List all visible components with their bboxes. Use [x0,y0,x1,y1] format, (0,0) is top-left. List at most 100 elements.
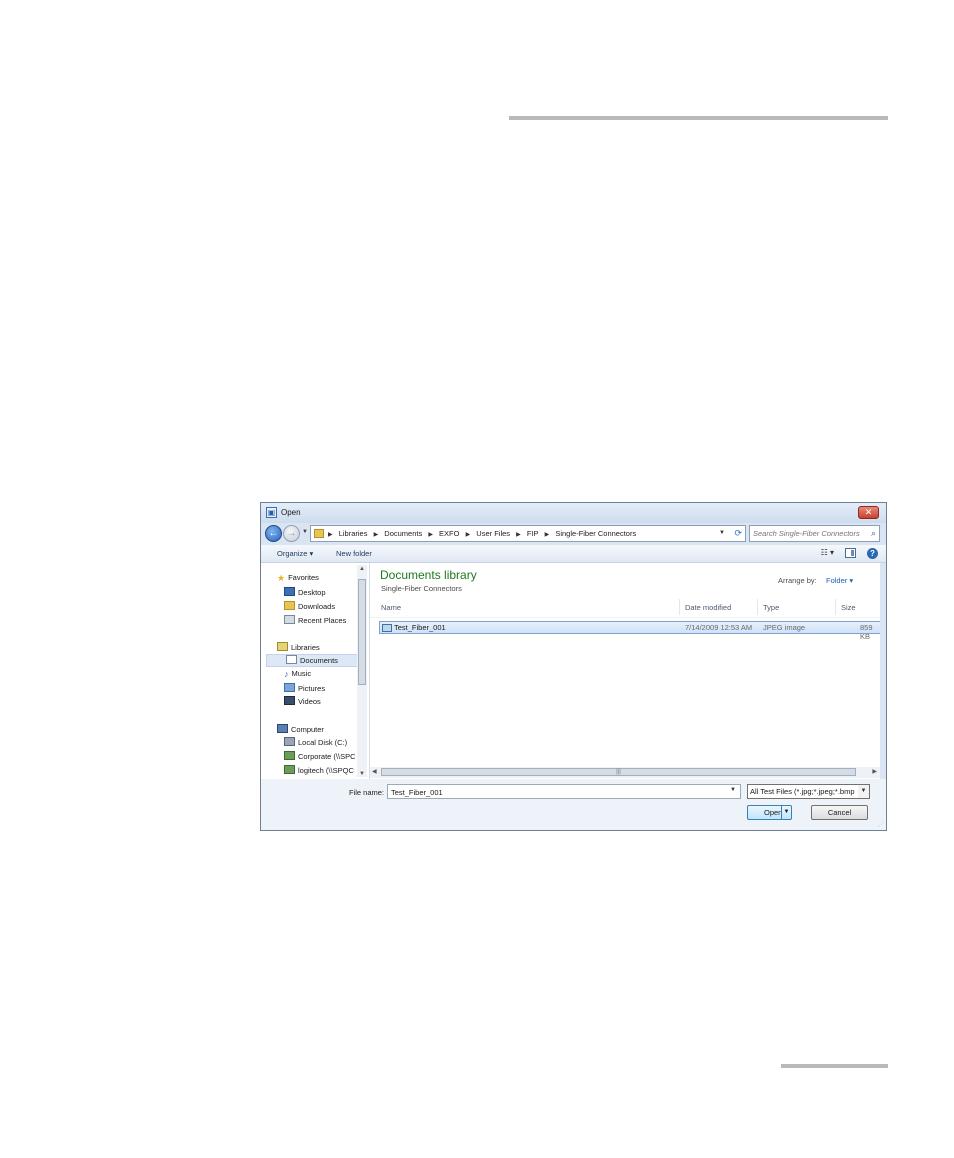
nav-label: Libraries [291,643,320,652]
nav-recent-places[interactable]: Recent Places [284,615,346,628]
chevron-right-icon: ▶ [328,532,333,538]
chevron-right-icon: ▶ [428,532,433,538]
close-icon: ✕ [864,507,873,517]
open-dialog: ▣ Open ✕ ← → ▼ ▶ Libraries ▶ Documents ▶… [260,502,887,831]
nav-label: Music [291,669,312,678]
star-icon: ★ [277,573,286,583]
back-button[interactable]: ← [265,525,282,542]
chevron-down-icon[interactable]: ▼ [730,787,736,793]
help-icon[interactable]: ? [867,548,878,559]
arrange-by-label: Arrange by: [778,576,817,585]
file-name-input[interactable] [391,787,721,797]
scroll-right-icon[interactable]: ▶ [872,768,877,775]
nav-label: Videos [298,697,321,706]
resize-grip-icon[interactable]: ⋰ [878,821,884,828]
column-divider [835,599,836,615]
documents-icon [286,655,297,664]
nav-local-disk[interactable]: Local Disk (C:) [284,737,347,750]
nav-corporate-drive[interactable]: Corporate (\\SPC [284,751,356,764]
nav-scroll-thumb[interactable] [358,579,366,685]
file-name-cell: Test_Fiber_001 [394,623,446,632]
breadcrumb: ▶ Libraries ▶ Documents ▶ EXFO ▶ User Fi… [328,529,640,538]
libraries-icon [277,642,288,651]
nav-music[interactable]: ♪ Music [284,669,311,682]
open-button[interactable]: Open ▼ [747,805,792,820]
crumb-user-files[interactable]: User Files [476,529,510,538]
column-type[interactable]: Type [763,603,779,612]
chevron-right-icon: ▶ [373,532,379,538]
crumb-documents[interactable]: Documents [384,529,422,538]
organize-button[interactable]: Organize ▾ [277,549,313,558]
refresh-icon[interactable]: ⟳ [734,528,742,539]
chevron-right-icon: ▶ [544,532,550,538]
file-list-pane: Documents library Single-Fiber Connector… [370,563,880,779]
recent-places-icon [284,615,295,624]
preview-pane-icon[interactable] [845,548,856,558]
nav-label: Recent Places [298,616,347,625]
view-options-icon[interactable]: ☷ ▾ [821,548,834,557]
nav-pictures[interactable]: Pictures [284,683,325,696]
scroll-left-icon[interactable]: ◀ [372,768,377,775]
header-rule [509,116,888,120]
nav-downloads[interactable]: Downloads [284,601,335,614]
header-divider [370,617,880,618]
nav-computer[interactable]: Computer [277,724,324,737]
address-bar[interactable]: ▶ Libraries ▶ Documents ▶ EXFO ▶ User Fi… [310,525,746,542]
scroll-down-icon[interactable]: ▼ [359,771,365,777]
nav-documents[interactable]: Documents [266,654,358,667]
file-date-cell: 7/14/2009 12:53 AM [685,623,753,632]
footer-rule [781,1064,888,1068]
cancel-button[interactable]: Cancel [811,805,868,820]
computer-icon [277,724,288,733]
nav-videos[interactable]: Videos [284,696,321,709]
search-box: ⌕ [749,525,880,542]
file-type-filter[interactable]: All Test Files (*.jpg;*.jpeg;*.bmp ▼ [747,784,870,799]
image-file-icon [382,624,392,632]
crumb-fip[interactable]: FIP [527,529,539,538]
videos-icon [284,696,295,705]
library-title: Documents library [380,568,477,582]
arrange-by-dropdown[interactable]: Folder ▾ [826,576,853,585]
network-drive-icon [284,751,295,760]
crumb-single-fiber[interactable]: Single-Fiber Connectors [555,529,636,538]
crumb-exfo[interactable]: EXFO [439,529,459,538]
music-icon: ♪ [284,669,289,679]
recent-locations-dropdown[interactable]: ▼ [302,529,308,535]
file-name-combobox: ▼ [387,784,741,799]
scroll-up-icon[interactable]: ▲ [359,566,365,572]
nav-logitech-drive[interactable]: logitech (\\SPQC [284,765,354,778]
nav-label: Pictures [298,684,326,693]
nav-label: Corporate (\\SPC [298,752,356,761]
open-button-label: Open [764,808,783,817]
app-icon: ▣ [266,507,277,518]
file-size-cell: 859 KB [860,623,873,641]
forward-arrow-icon: → [286,528,297,539]
dialog-footer: File name: ▼ All Test Files (*.jpg;*.jpe… [261,779,886,830]
table-row[interactable]: Test_Fiber_001 7/14/2009 12:53 AM JPEG i… [379,621,880,641]
forward-button[interactable]: → [283,525,300,542]
new-folder-button[interactable]: New folder [336,549,372,558]
column-date-modified[interactable]: Date modified [685,603,731,612]
horizontal-scrollbar[interactable]: ◀ ||| ▶ [370,767,880,778]
column-divider [757,599,758,615]
pictures-icon [284,683,295,692]
nav-desktop[interactable]: Desktop [284,587,326,600]
close-button[interactable]: ✕ [858,506,879,519]
nav-scrollbar[interactable]: ▲ ▼ [357,565,367,777]
navigation-pane: ★ Favorites Desktop Downloads Recent Plac… [261,563,370,779]
crumb-libraries[interactable]: Libraries [339,529,368,538]
desktop-icon [284,587,295,596]
search-icon[interactable]: ⌕ [871,528,876,539]
address-dropdown[interactable]: ▼ [719,530,725,536]
nav-favorites[interactable]: ★ Favorites [277,573,319,586]
search-input[interactable] [753,528,861,539]
file-type-filter-value: All Test Files (*.jpg;*.jpeg;*.bmp [750,787,855,796]
column-size[interactable]: Size [841,603,856,612]
open-options-dropdown[interactable]: ▼ [781,806,791,819]
horizontal-scroll-thumb[interactable]: ||| [381,768,856,776]
dialog-title: Open [281,508,301,517]
chevron-right-icon: ▶ [465,532,471,538]
column-name[interactable]: Name [381,603,401,612]
column-divider [679,599,680,615]
chevron-down-icon[interactable]: ▼ [858,785,869,798]
